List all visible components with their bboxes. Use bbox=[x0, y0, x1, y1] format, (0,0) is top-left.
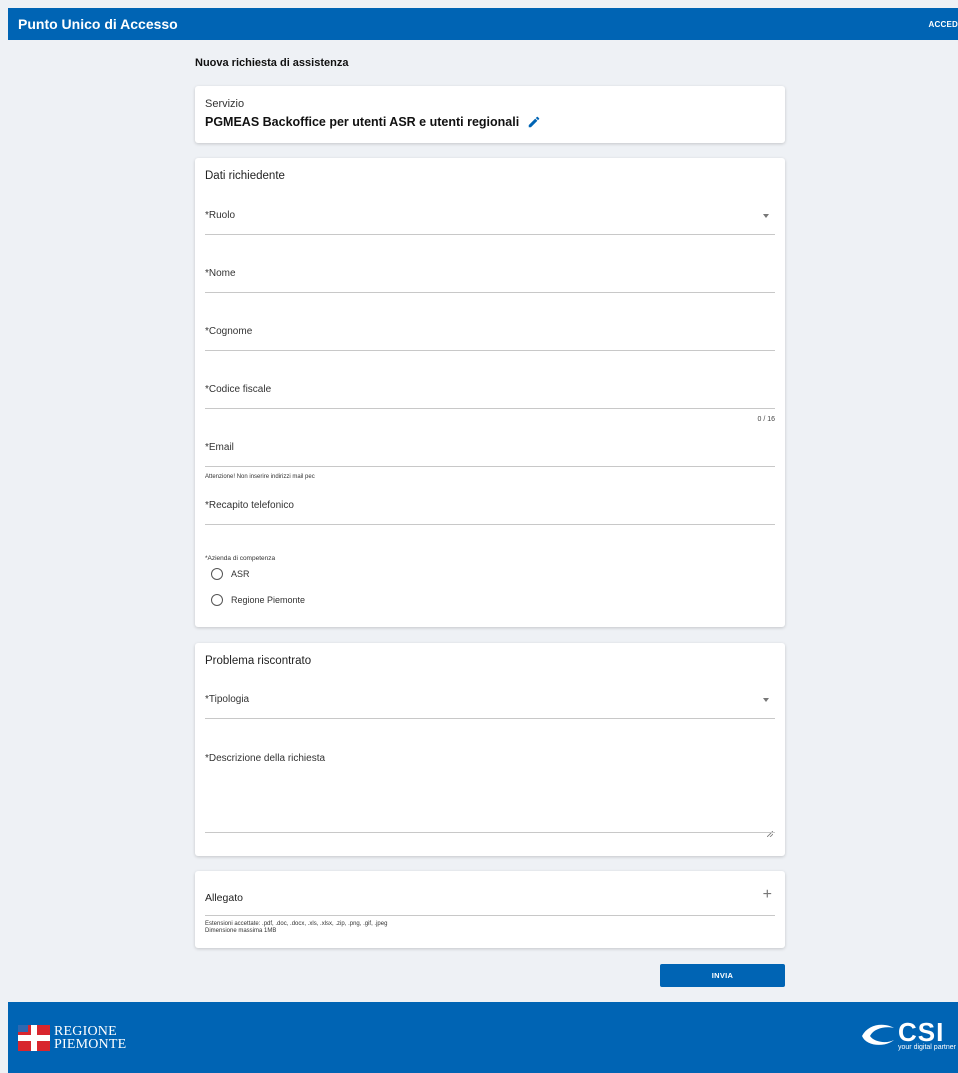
description-label: *Descrizione della richiesta bbox=[205, 753, 326, 764]
service-label: Servizio bbox=[205, 98, 245, 110]
plus-icon[interactable]: + bbox=[763, 887, 772, 903]
radio-regione-piemonte[interactable]: Regione Piemonte bbox=[211, 594, 305, 606]
page-title: Nuova richiesta di assistenza bbox=[195, 57, 349, 69]
service-card: Servizio PGMEAS Backoffice per utenti AS… bbox=[195, 86, 785, 143]
email-field[interactable]: *Email Attenzione! Non inserire indirizz… bbox=[205, 409, 775, 480]
tax-code-field[interactable]: *Codice fiscale 0 / 16 bbox=[205, 351, 775, 423]
app-title: Punto Unico di Accesso bbox=[18, 16, 178, 32]
last-name-label: *Cognome bbox=[205, 326, 253, 337]
attachment-divider bbox=[205, 915, 775, 916]
submit-button[interactable]: INVIA bbox=[660, 964, 785, 987]
csi-logo[interactable]: CSI your digital partner bbox=[858, 1017, 956, 1052]
type-label: *Tipologia bbox=[205, 694, 250, 705]
radio-circle[interactable] bbox=[211, 594, 223, 606]
attachment-size: Dimensione massima 1MB bbox=[205, 928, 277, 934]
last-name-field[interactable]: *Cognome bbox=[205, 293, 775, 351]
csi-name: CSI bbox=[898, 1017, 945, 1047]
role-select[interactable]: *Ruolo bbox=[205, 177, 775, 235]
description-textarea[interactable]: *Descrizione della richiesta bbox=[205, 731, 775, 838]
type-select[interactable]: *Tipologia bbox=[205, 661, 775, 719]
attachment-hint: Estensioni accettate: .pdf, .doc, .docx,… bbox=[205, 921, 387, 935]
phone-label: *Recapito telefonico bbox=[205, 500, 294, 511]
attachment-card: Allegato + Estensioni accettate: .pdf, .… bbox=[195, 871, 785, 948]
regione-piemonte-text: REGIONE PIEMONTE bbox=[54, 1025, 127, 1052]
caret-down-icon bbox=[763, 214, 769, 218]
first-name-field[interactable]: *Nome bbox=[205, 235, 775, 293]
phone-field[interactable]: *Recapito telefonico bbox=[205, 467, 775, 525]
service-name: PGMEAS Backoffice per utenti ASR e utent… bbox=[205, 115, 520, 129]
regione-piemonte-flag-icon bbox=[18, 1025, 50, 1051]
pencil-icon[interactable] bbox=[527, 115, 541, 129]
caret-down-icon bbox=[763, 698, 769, 702]
requester-card: Dati richiedente *Ruolo *Nome *Cognome *… bbox=[195, 158, 785, 627]
regione-line2: PIEMONTE bbox=[54, 1037, 127, 1052]
role-label: *Ruolo bbox=[205, 210, 236, 221]
radio-asr-label: ASR bbox=[231, 569, 250, 579]
radio-circle[interactable] bbox=[211, 568, 223, 580]
attachment-title: Allegato bbox=[205, 892, 243, 904]
top-bar: Punto Unico di Accesso ACCED bbox=[8, 8, 958, 40]
problem-card: Problema riscontrato *Tipologia *Descriz… bbox=[195, 643, 785, 856]
email-label: *Email bbox=[205, 442, 234, 453]
description-underline bbox=[205, 832, 775, 833]
csi-swirl-icon bbox=[862, 1024, 895, 1045]
company-label: *Azienda di competenza bbox=[205, 555, 276, 562]
phone-underline bbox=[205, 524, 775, 525]
login-link[interactable]: ACCED bbox=[929, 20, 958, 29]
radio-regione-piemonte-label: Regione Piemonte bbox=[231, 595, 306, 605]
footer: REGIONE PIEMONTE CSI your digital partne… bbox=[8, 1002, 958, 1073]
resize-handle-icon[interactable] bbox=[766, 824, 774, 838]
service-name-row: PGMEAS Backoffice per utenti ASR e utent… bbox=[205, 115, 541, 129]
radio-asr[interactable]: ASR bbox=[211, 568, 250, 580]
type-underline bbox=[205, 718, 775, 719]
tax-code-label: *Codice fiscale bbox=[205, 384, 272, 395]
csi-text-block: CSI your digital partner bbox=[898, 1017, 956, 1052]
first-name-label: *Nome bbox=[205, 268, 236, 279]
regione-piemonte-logo[interactable]: REGIONE PIEMONTE bbox=[18, 1025, 127, 1052]
attachment-extensions: Estensioni accettate: .pdf, .doc, .docx,… bbox=[205, 921, 388, 927]
csi-tagline: your digital partner bbox=[898, 1044, 956, 1051]
